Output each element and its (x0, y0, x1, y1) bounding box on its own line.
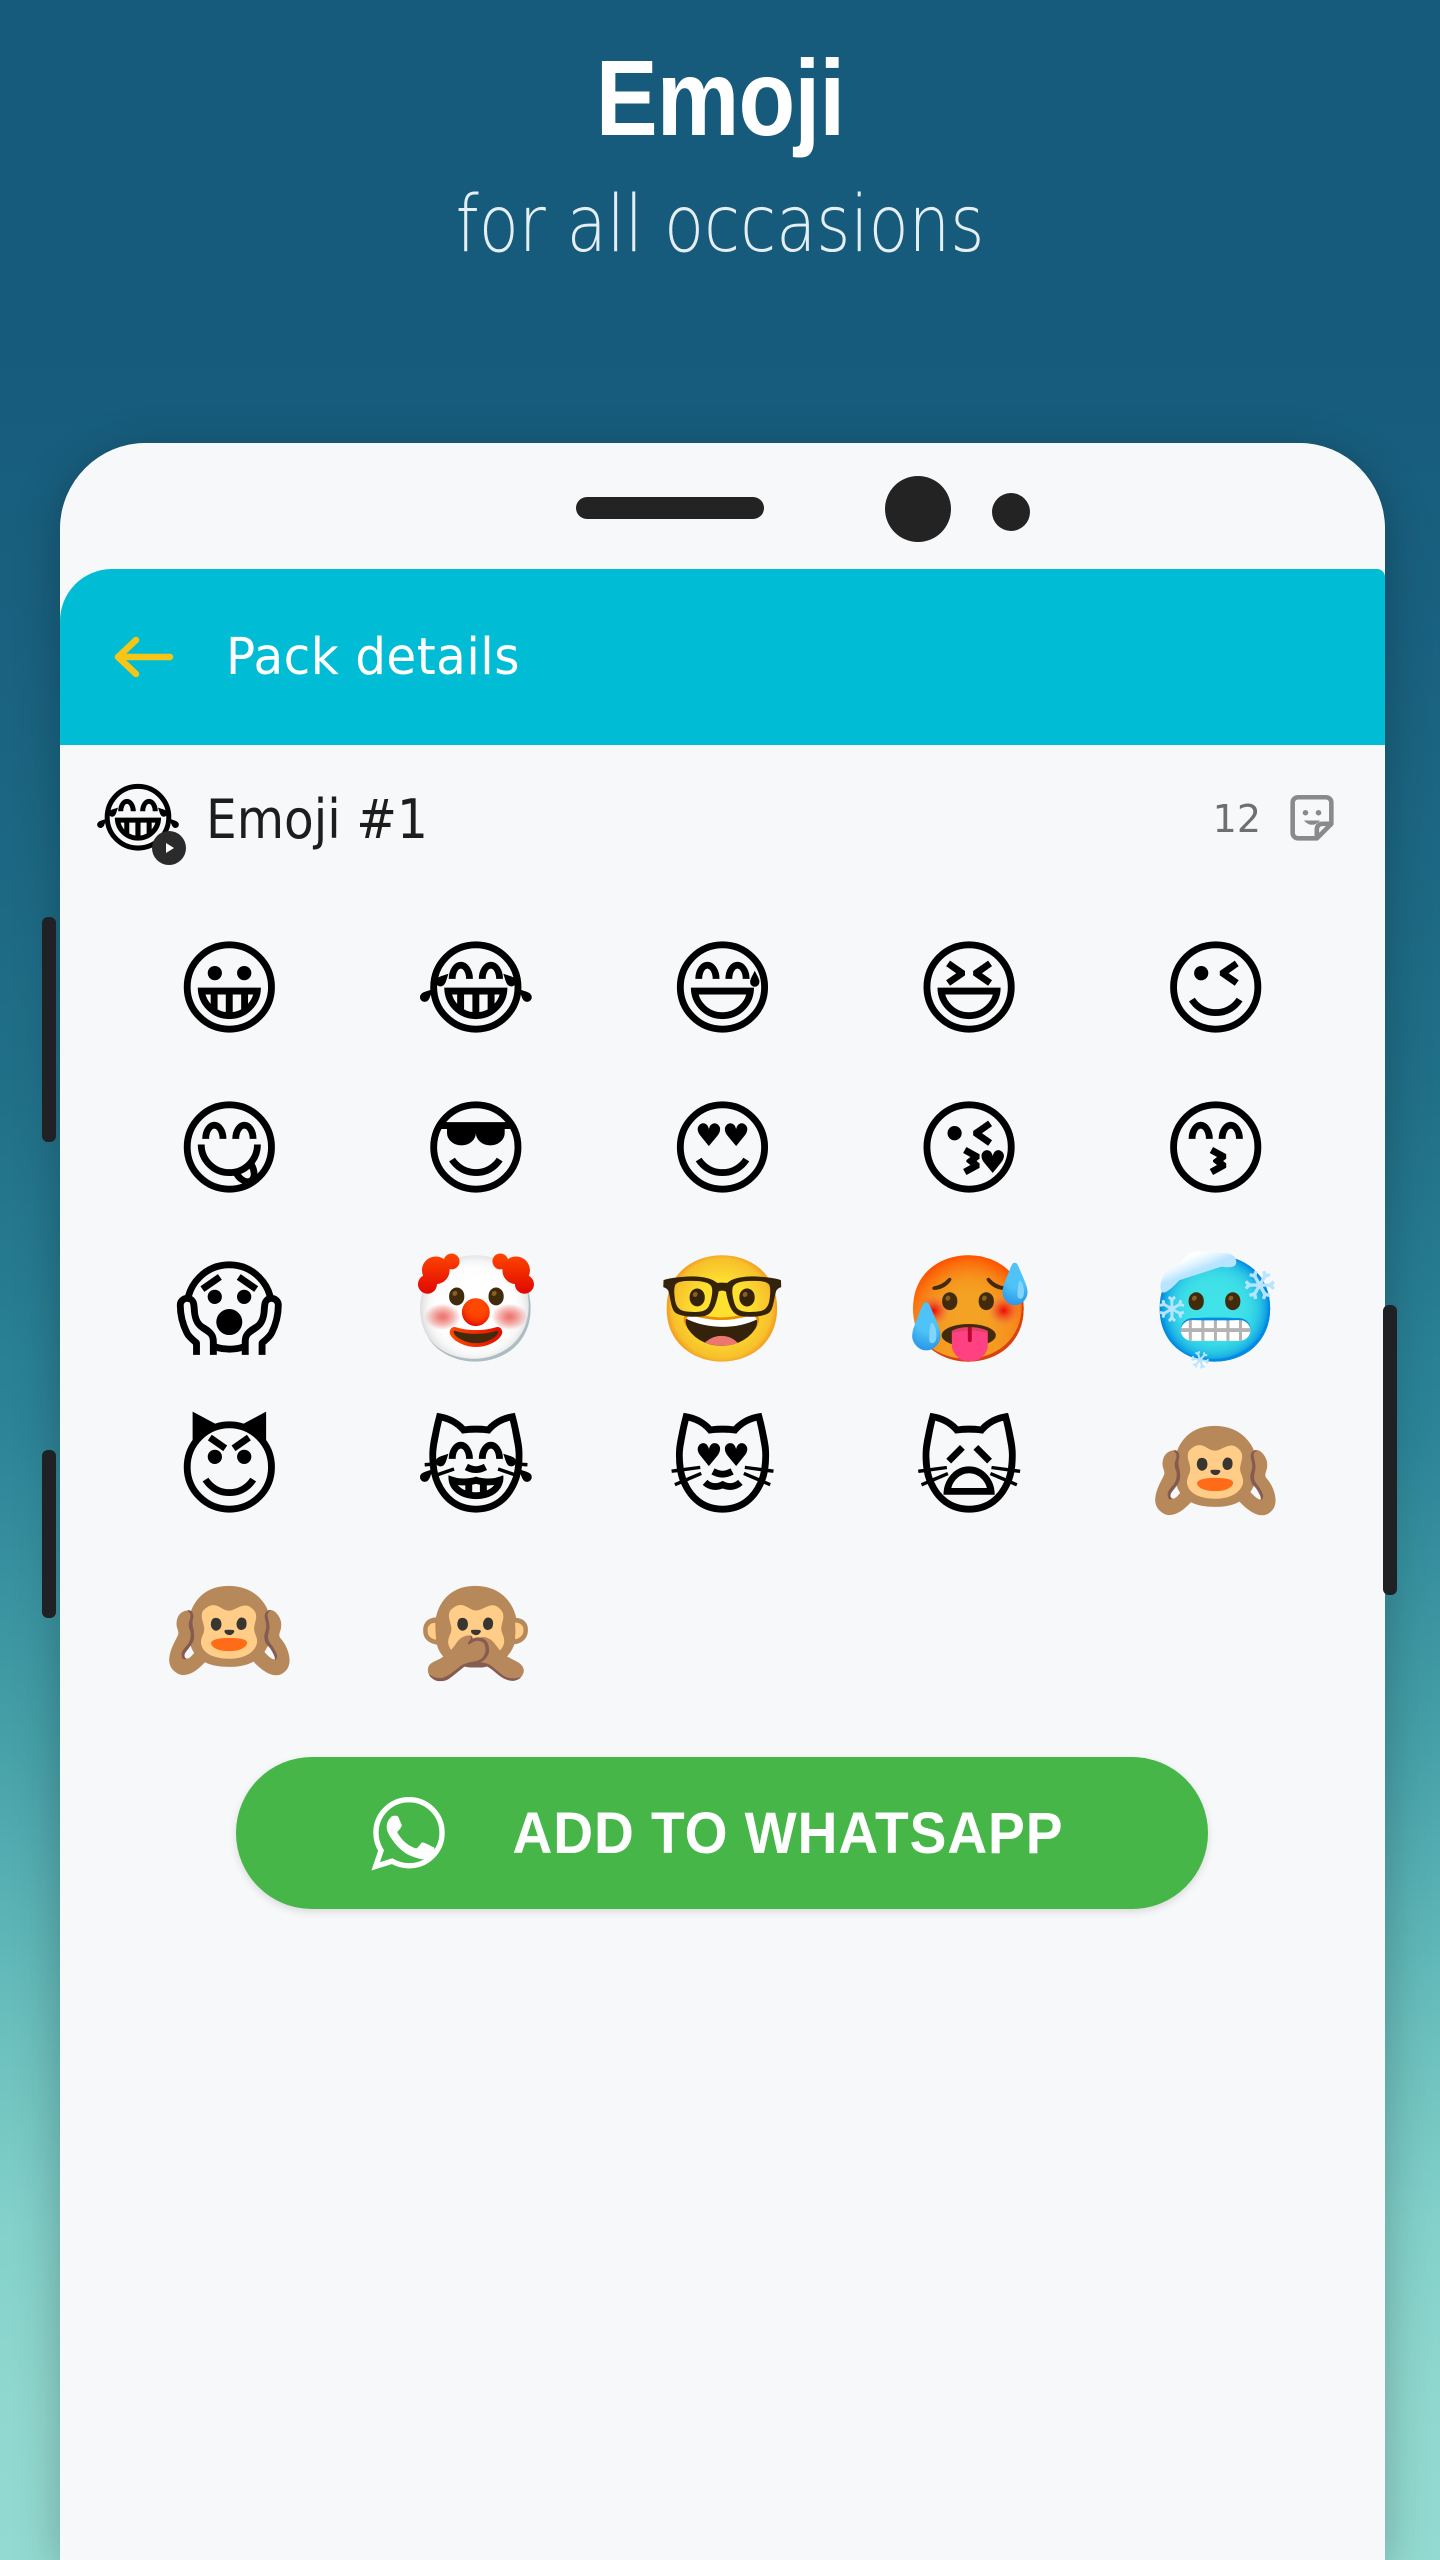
nerd-face-icon: 🤓 (657, 1248, 788, 1370)
sticker-grid: 😀 😂 😅 😆 😉 😋 😎 😍 😘 😙 😱 🤡 🤓 🥵 🥶 😈 😹 😻 🙀 🙉 🙉 🙊 (60, 909, 1385, 1709)
hear-no-evil-monkey-icon: 🙉 (164, 1568, 295, 1690)
hero-banner: Emoji for all occasions (0, 0, 1440, 270)
winking-face-icon: 😉 (1161, 928, 1270, 1050)
sticker-cell[interactable]: 😹 (353, 1389, 600, 1549)
cold-face-icon: 🥶 (1150, 1248, 1281, 1370)
pack-header-row[interactable]: 😂 Emoji #1 12 (60, 745, 1385, 893)
phone-screen: Pack details 😂 Emoji #1 12 😀 😂 😅 😆 😉 😋 😎… (60, 569, 1385, 2560)
sticker-cell[interactable]: 🥵 (846, 1229, 1093, 1389)
clown-face-icon: 🤡 (411, 1248, 541, 1370)
sticker-cell[interactable]: 🙉 (1092, 1389, 1339, 1549)
power-button[interactable] (1383, 1305, 1397, 1595)
hear-no-evil-monkey-icon: 🙉 (1150, 1408, 1281, 1530)
smiling-face-with-sunglasses-icon: 😎 (421, 1088, 531, 1210)
sticker-icon (1283, 790, 1341, 848)
sticker-cell[interactable]: 😈 (106, 1389, 353, 1549)
sticker-count: 12 (1212, 797, 1261, 841)
smiling-cat-with-heart-eyes-icon: 😻 (668, 1408, 777, 1530)
earpiece-speaker (576, 497, 764, 519)
volume-down-button[interactable] (42, 1450, 56, 1618)
grinning-face-with-sweat-icon: 😅 (668, 928, 777, 1050)
cat-with-tears-of-joy-icon: 😹 (415, 1408, 537, 1530)
app-bar: Pack details (60, 569, 1385, 745)
hot-face-icon: 🥵 (904, 1248, 1034, 1370)
sticker-cell[interactable]: 😙 (1092, 1069, 1339, 1229)
sticker-cell[interactable]: 😎 (353, 1069, 600, 1229)
speak-no-evil-monkey-icon: 🙊 (411, 1568, 541, 1690)
add-to-whatsapp-button[interactable]: ADD TO WHATSAPP (236, 1757, 1208, 1909)
whatsapp-glyph-icon (371, 1796, 445, 1871)
sticker-cell[interactable]: 😻 (599, 1389, 846, 1549)
smiling-face-with-heart-eyes-icon: 😍 (668, 1088, 777, 1210)
pack-tray-image: 😂 (94, 775, 186, 865)
play-triangle-icon (166, 843, 174, 853)
add-to-whatsapp-label: ADD TO WHATSAPP (512, 1800, 1064, 1866)
pack-name: Emoji #1 (206, 787, 428, 851)
sticker-cell[interactable]: 😅 (599, 909, 846, 1069)
arrow-left-icon (114, 636, 174, 678)
face-with-tears-of-joy-icon: 😂 (415, 928, 537, 1050)
app-bar-title: Pack details (226, 627, 520, 687)
sticker-cell[interactable]: 😍 (599, 1069, 846, 1229)
back-button[interactable] (108, 622, 178, 692)
phone-mockup: Pack details 😂 Emoji #1 12 😀 😂 😅 😆 😉 😋 😎… (60, 443, 1385, 2560)
sticker-cell[interactable]: 🤡 (353, 1229, 600, 1389)
sticker-cell[interactable]: 😀 (106, 909, 353, 1069)
page-subtitle: for all occasions (455, 180, 985, 270)
sticker-cell[interactable]: 😆 (846, 909, 1093, 1069)
smiling-face-with-horns-icon: 😈 (175, 1408, 284, 1530)
sticker-cell[interactable]: 😋 (106, 1069, 353, 1229)
grinning-face-icon: 😀 (175, 928, 284, 1050)
whatsapp-icon (366, 1790, 452, 1876)
grinning-squinting-face-icon: 😆 (914, 928, 1024, 1050)
play-badge-icon (152, 831, 186, 865)
sticker-cell[interactable]: 🤓 (599, 1229, 846, 1389)
sticker-cell[interactable]: 🙊 (353, 1549, 600, 1709)
sticker-cell[interactable]: 🙉 (106, 1549, 353, 1709)
sticker-cell[interactable]: 🥶 (1092, 1229, 1339, 1389)
sticker-cell[interactable]: 😉 (1092, 909, 1339, 1069)
face-screaming-in-fear-icon: 😱 (175, 1248, 284, 1370)
front-camera (885, 476, 951, 542)
weary-cat-icon: 🙀 (914, 1408, 1024, 1530)
volume-up-button[interactable] (42, 917, 56, 1142)
sticker-cell[interactable]: 😱 (106, 1229, 353, 1389)
kissing-smiling-face-icon: 😙 (1161, 1088, 1270, 1210)
proximity-sensor (992, 493, 1030, 531)
face-blowing-a-kiss-icon: 😘 (914, 1088, 1024, 1210)
phone-top-bezel (60, 443, 1385, 569)
sticker-cell[interactable]: 😂 (353, 909, 600, 1069)
sticker-glyph-icon (1290, 794, 1334, 841)
sticker-cell[interactable]: 😘 (846, 1069, 1093, 1229)
sticker-cell[interactable]: 🙀 (846, 1389, 1093, 1549)
face-savoring-food-icon: 😋 (175, 1088, 284, 1210)
page-title: Emoji (595, 37, 845, 158)
